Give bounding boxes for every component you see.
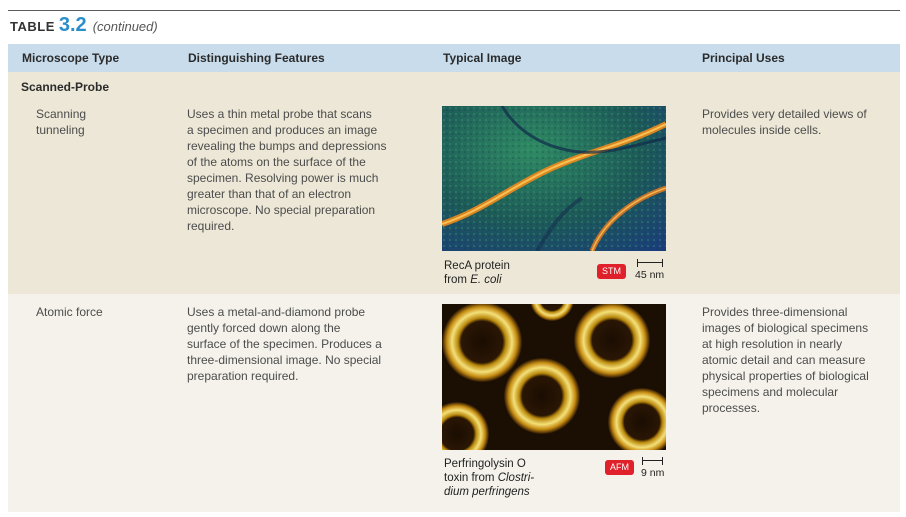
features-line: microscope. No special preparation [187,203,376,217]
scale-label: 45 nm [635,269,665,281]
table-row: Atomic force Uses a metal-and-diamond pr… [8,294,900,512]
features-line: required. [187,219,235,233]
caption-italic: Clostri- [497,472,535,484]
uses-line: atomic detail and can measure [702,353,866,367]
scale-bar [637,259,663,267]
type-line: tunneling [36,123,85,137]
uses-line: Provides very detailed views of [702,107,867,121]
uses-cell: Provides three-dimensional images of bio… [702,304,892,416]
afm-caption: Perfringolysin O toxin from Clostri- diu… [444,457,594,499]
table-title: TABLE 3.2 (continued) [10,14,158,40]
caption-text: toxin from [444,472,498,484]
stm-badge: STM [597,264,626,279]
header-microscope-type: Microscope Type [22,51,120,65]
caption-italic: E. coli [470,274,502,286]
table-number: 3.2 [58,14,87,36]
stm-image [442,106,666,251]
afm-badge: AFM [605,460,634,475]
table-label-word: TABLE [10,19,55,34]
afm-image [442,304,666,450]
uses-line: specimens and molecular [702,385,839,399]
uses-line: physical properties of biological [702,369,869,383]
uses-line: images of biological specimens [702,321,869,335]
table-continued-note: (continued) [92,19,158,34]
caption-italic: dium perfringens [444,486,530,498]
features-line: surface of the specimen. Produces a [187,337,382,351]
uses-line: Provides three-dimensional [702,305,848,319]
caption-line: Perfringolysin O [444,458,526,470]
uses-line: molecules inside cells. [702,123,822,137]
table-row: Scanning tunneling Uses a thin metal pro… [8,96,900,294]
features-line: specimen. Resolving power is much [187,171,379,185]
section-label: Scanned-Probe [21,80,110,94]
caption-text: from [444,274,471,286]
microscope-type-cell: Scanning tunneling [36,106,166,138]
caption-line: dium perfringens [444,485,594,499]
header-distinguishing-features: Distinguishing Features [188,51,325,65]
features-line: three-dimensional image. No special [187,353,382,367]
caption-line: from E. coli [444,273,584,287]
type-line: Scanning [36,107,87,121]
features-line: Uses a thin metal probe that scans [187,107,372,121]
scale-bar [642,457,663,465]
features-line: greater than that of an electron [187,187,352,201]
header-principal-uses: Principal Uses [702,51,785,65]
features-line: preparation required. [187,369,299,383]
uses-line: processes. [702,401,761,415]
top-rule [8,10,900,11]
features-cell: Uses a thin metal probe that scans a spe… [187,106,427,234]
features-line: revealing the bumps and depressions [187,139,387,153]
section-row: Scanned-Probe [8,72,900,96]
features-line: gently forced down along the [187,321,341,335]
stm-caption: RecA protein from E. coli [444,259,584,287]
header-typical-image: Typical Image [443,51,522,65]
features-cell: Uses a metal-and-diamond probe gently fo… [187,304,427,384]
caption-line: toxin from Clostri- [444,471,594,485]
table-header-row: Microscope Type Distinguishing Features … [8,44,900,72]
uses-line: at high resolution in nearly [702,337,843,351]
type-line: Atomic force [36,305,103,319]
features-line: Uses a metal-and-diamond probe [187,305,366,319]
features-line: of the atoms on the surface of the [187,155,366,169]
uses-cell: Provides very detailed views of molecule… [702,106,892,138]
features-line: a specimen and produces an image [187,123,378,137]
caption-line: RecA protein [444,260,510,272]
scale-label: 9 nm [641,467,665,479]
microscope-type-cell: Atomic force [36,304,166,320]
